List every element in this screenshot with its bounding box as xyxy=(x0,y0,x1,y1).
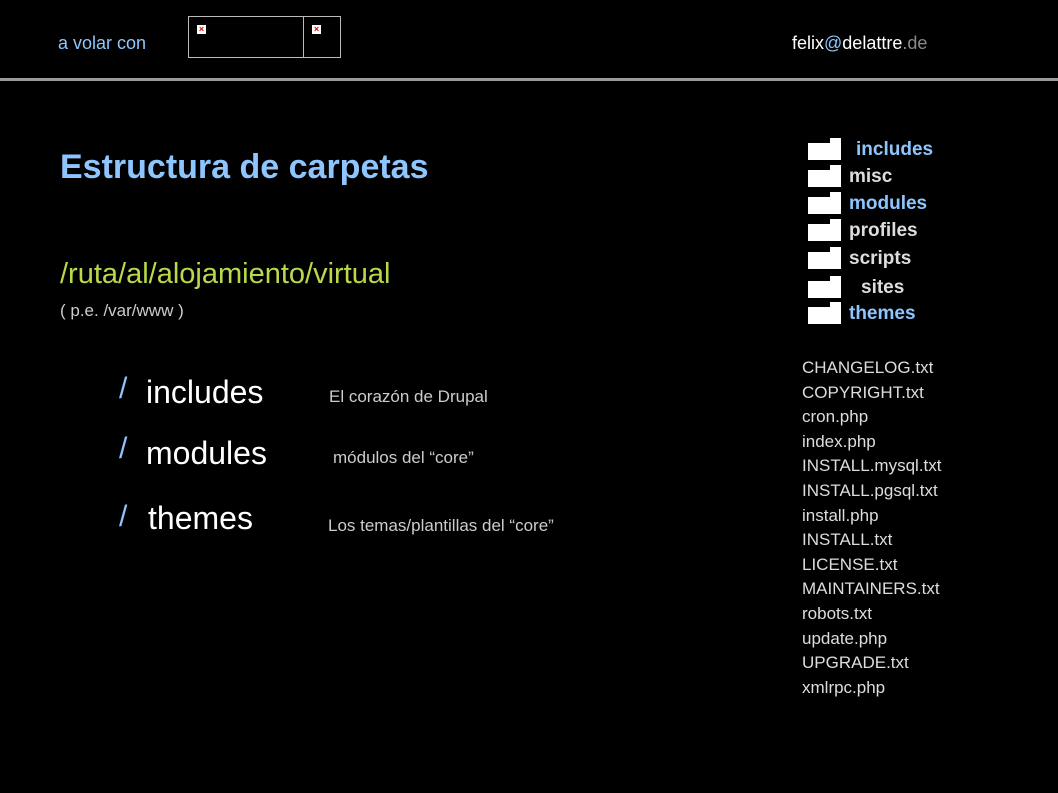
folder-icon xyxy=(808,247,841,269)
file-item[interactable]: xmlrpc.php xyxy=(802,676,942,701)
file-item[interactable]: INSTALL.mysql.txt xyxy=(802,454,942,479)
folder-slash: / xyxy=(119,432,128,465)
email-domain: delattre xyxy=(842,33,903,53)
folder-icon xyxy=(808,219,841,241)
file-item[interactable]: MAINTAINERS.txt xyxy=(802,577,942,602)
file-item[interactable]: install.php xyxy=(802,504,942,529)
file-item[interactable]: robots.txt xyxy=(802,602,942,627)
email-user: felix xyxy=(792,33,825,53)
file-item[interactable]: update.php xyxy=(802,627,942,652)
slide-path: /ruta/al/alojamiento/virtual xyxy=(60,258,391,290)
email-at: @ xyxy=(824,33,843,53)
tree-folder-label: includes xyxy=(856,139,934,160)
folder-name-themes: themes xyxy=(148,500,253,536)
broken-image-icon: × xyxy=(312,24,321,34)
file-item[interactable]: INSTALL.pgsql.txt xyxy=(802,479,942,504)
tree-folder-label: themes xyxy=(849,303,916,324)
broken-image-1: × xyxy=(188,16,312,58)
file-item[interactable]: cron.php xyxy=(802,405,942,430)
broken-image-icon: × xyxy=(197,24,206,34)
header-divider xyxy=(0,78,1058,81)
folder-icon xyxy=(808,276,841,298)
tree-folder-label: sites xyxy=(861,277,905,298)
folder-name-includes: includes xyxy=(146,374,264,410)
folder-name-modules: modules xyxy=(146,435,267,471)
file-item[interactable]: index.php xyxy=(802,430,942,455)
header-tagline: a volar con xyxy=(58,33,147,53)
broken-image-2: × xyxy=(303,16,341,58)
file-item[interactable]: UPGRADE.txt xyxy=(802,651,942,676)
tree-folder-label: profiles xyxy=(849,220,918,241)
file-item[interactable]: CHANGELOG.txt xyxy=(802,356,942,381)
folder-description-modules: módulos del “core” xyxy=(333,448,474,467)
file-item[interactable]: COPYRIGHT.txt xyxy=(802,381,942,406)
folder-description-themes: Los temas/plantillas del “core” xyxy=(328,516,554,535)
folder-icon xyxy=(808,165,841,187)
tree-folder-label: scripts xyxy=(849,248,912,269)
file-item[interactable]: INSTALL.txt xyxy=(802,528,942,553)
folder-icon xyxy=(808,302,841,324)
slide-title: Estructura de carpetas xyxy=(60,148,429,186)
tree-folder-label: modules xyxy=(849,193,928,214)
folder-slash: / xyxy=(119,500,128,533)
file-list: CHANGELOG.txt COPYRIGHT.txt cron.php ind… xyxy=(802,356,942,700)
email-tld: .de xyxy=(902,33,928,53)
folder-description-includes: El corazón de Drupal xyxy=(329,387,488,406)
folder-icon xyxy=(808,192,841,214)
file-item[interactable]: LICENSE.txt xyxy=(802,553,942,578)
folder-icon xyxy=(808,138,841,160)
slide-path-example: ( p.e. /var/www ) xyxy=(60,301,184,320)
author-email[interactable]: felix@delattre.de xyxy=(792,33,927,54)
tree-folder-label: misc xyxy=(849,166,893,187)
folder-slash: / xyxy=(119,372,128,405)
